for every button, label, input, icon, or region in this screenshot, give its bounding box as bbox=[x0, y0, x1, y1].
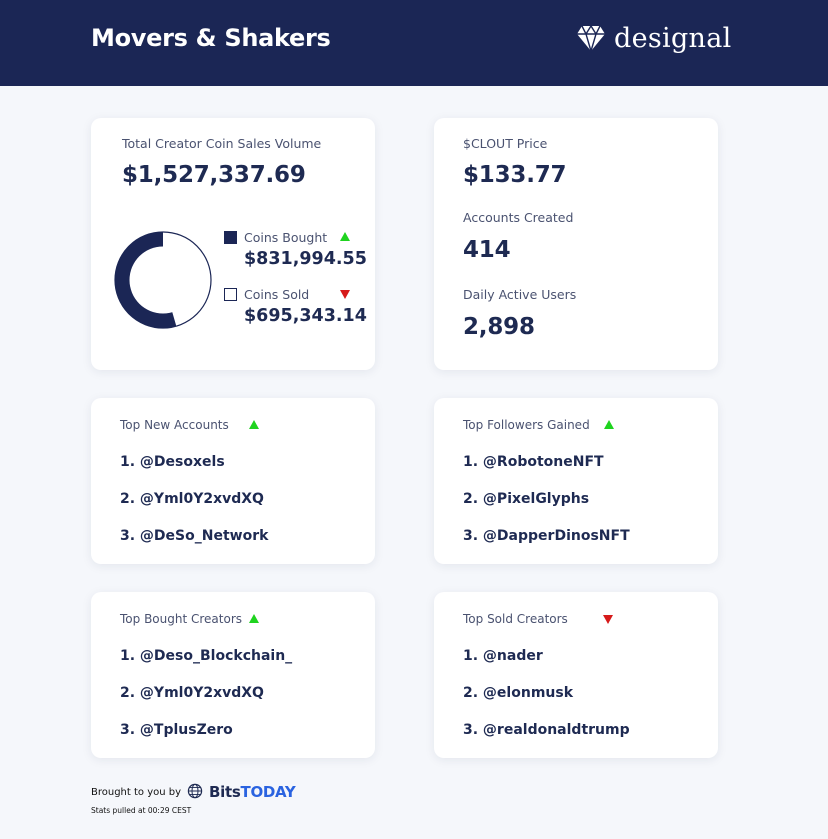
list-item[interactable]: 3. @DapperDinosNFT bbox=[463, 528, 630, 544]
accounts-created-value: 414 bbox=[463, 237, 511, 263]
card-title: Top New Accounts bbox=[120, 418, 229, 432]
list-item[interactable]: 1. @Desoxels bbox=[120, 454, 225, 470]
list-item[interactable]: 2. @elonmusk bbox=[463, 685, 573, 701]
list-item[interactable]: 3. @DeSo_Network bbox=[120, 528, 268, 544]
card-title: Top Followers Gained bbox=[463, 418, 590, 432]
list-item[interactable]: 1. @RobotoneNFT bbox=[463, 454, 604, 470]
page-title: Movers & Shakers bbox=[91, 24, 331, 52]
card-title: Top Bought Creators bbox=[120, 612, 243, 626]
trend-up-icon bbox=[249, 420, 259, 429]
daily-active-users-value: 2,898 bbox=[463, 314, 535, 340]
top-bought-creators-card: Top Bought Creators 1. @Deso_Blockchain_… bbox=[91, 592, 375, 758]
sales-volume-value: $1,527,337.69 bbox=[122, 162, 306, 188]
trend-up-icon bbox=[340, 232, 350, 241]
stats-card: $CLOUT Price $133.77 Accounts Created 41… bbox=[434, 118, 718, 370]
legend-swatch-bought bbox=[224, 231, 237, 244]
legend-label-bought: Coins Bought bbox=[244, 230, 328, 245]
clout-price-value: $133.77 bbox=[463, 162, 567, 188]
donut-hole bbox=[129, 246, 197, 314]
sales-donut-chart bbox=[114, 231, 212, 329]
sales-volume-label: Total Creator Coin Sales Volume bbox=[122, 136, 322, 151]
header-bar: Movers & Shakers designal bbox=[0, 0, 828, 86]
globe-icon bbox=[187, 783, 203, 802]
trend-up-icon bbox=[249, 614, 259, 623]
coins-bought-value: $831,994.55 bbox=[244, 249, 367, 269]
list-item[interactable]: 2. @Yml0Y2xvdXQ bbox=[120, 491, 264, 507]
top-sold-creators-card: Top Sold Creators 1. @nader 2. @elonmusk… bbox=[434, 592, 718, 758]
sales-volume-card: Total Creator Coin Sales Volume $1,527,3… bbox=[91, 118, 375, 370]
footer-credit: Brought to you by BitsTODAY bbox=[91, 783, 296, 802]
list-item[interactable]: 2. @PixelGlyphs bbox=[463, 491, 589, 507]
coins-sold-value: $695,343.14 bbox=[244, 306, 367, 326]
trend-up-icon bbox=[604, 420, 614, 429]
card-title: Top Sold Creators bbox=[463, 612, 568, 626]
stats-timestamp: Stats pulled at 00:29 CEST bbox=[91, 806, 192, 815]
legend-swatch-sold bbox=[224, 288, 237, 301]
brought-by-text: Brought to you by bbox=[91, 786, 182, 798]
list-item[interactable]: 1. @nader bbox=[463, 648, 543, 664]
bitstoday-logo[interactable]: BitsTODAY bbox=[209, 783, 296, 801]
list-item[interactable]: 2. @Yml0Y2xvdXQ bbox=[120, 685, 264, 701]
top-new-accounts-card: Top New Accounts 1. @Desoxels 2. @Yml0Y2… bbox=[91, 398, 375, 564]
accounts-created-label: Accounts Created bbox=[463, 210, 574, 225]
trend-down-icon bbox=[603, 615, 613, 624]
legend-label-sold: Coins Sold bbox=[244, 287, 310, 302]
top-followers-gained-card: Top Followers Gained 1. @RobotoneNFT 2. … bbox=[434, 398, 718, 564]
list-item[interactable]: 3. @realdonaldtrump bbox=[463, 722, 630, 738]
clout-price-label: $CLOUT Price bbox=[463, 136, 548, 151]
list-item[interactable]: 1. @Deso_Blockchain_ bbox=[120, 648, 292, 664]
daily-active-users-label: Daily Active Users bbox=[463, 287, 577, 302]
brand-name: designal bbox=[614, 22, 732, 54]
brand-logo[interactable]: designal bbox=[576, 20, 732, 56]
list-item[interactable]: 3. @TplusZero bbox=[120, 722, 233, 738]
diamond-icon bbox=[576, 23, 606, 53]
trend-down-icon bbox=[340, 290, 350, 299]
